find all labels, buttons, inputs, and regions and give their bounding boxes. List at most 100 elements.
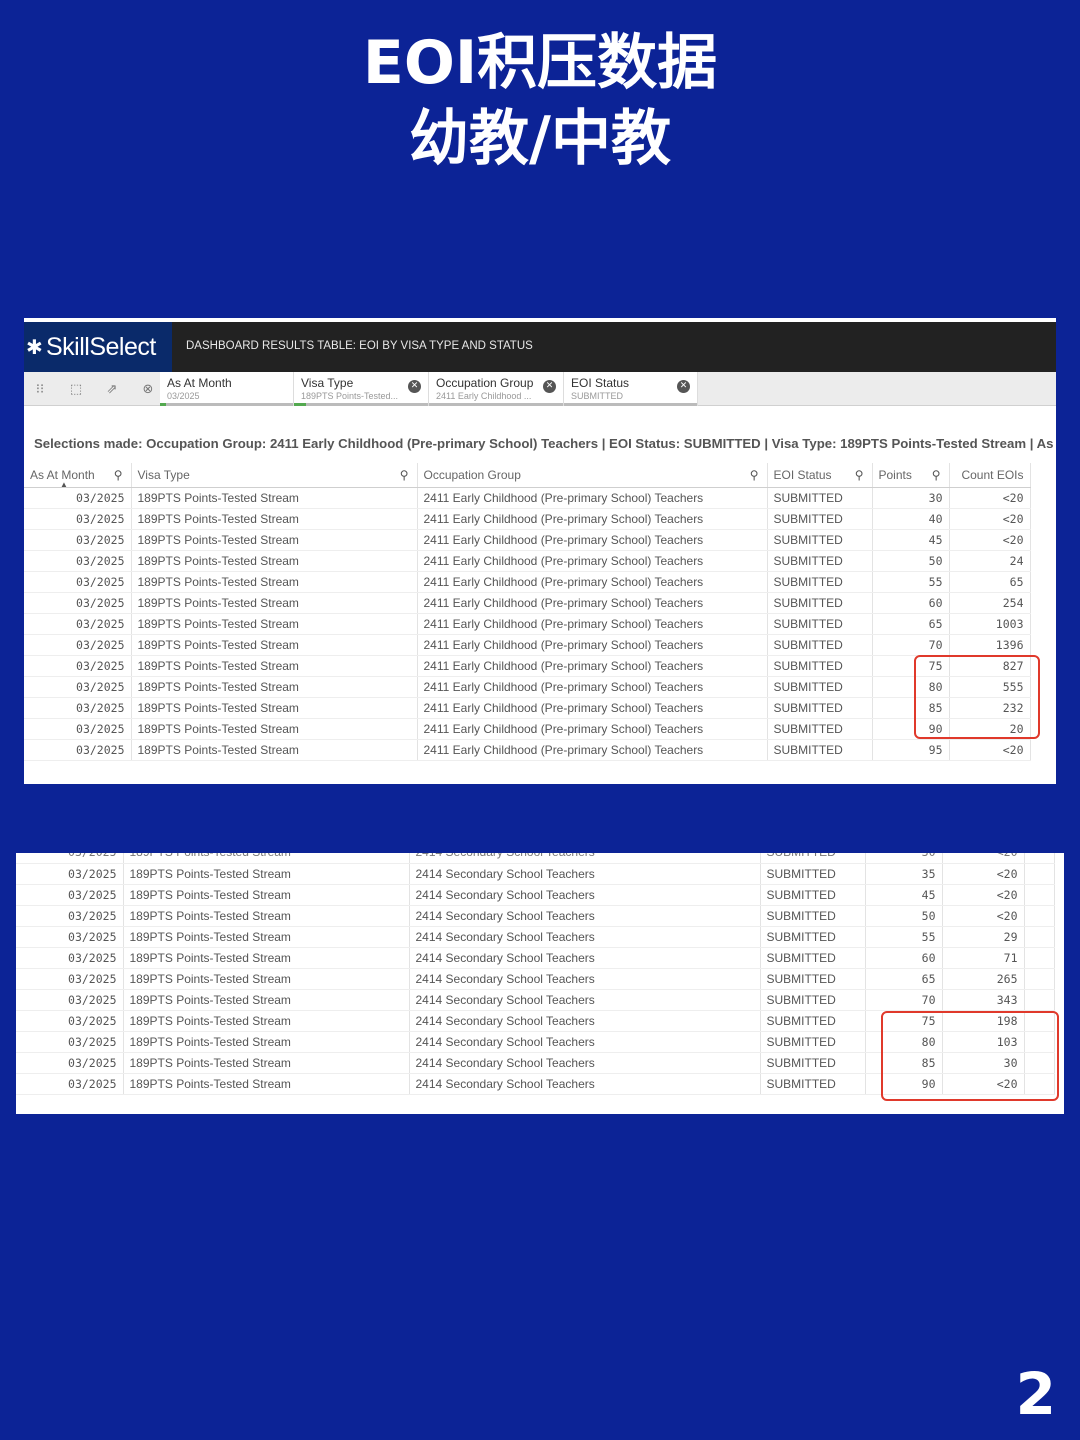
cell-month[interactable]: 03/2025 <box>24 550 132 572</box>
cell-occupation-group[interactable]: 2411 Early Childhood (Pre-primary School… <box>417 487 768 509</box>
cell-visa-type[interactable]: 189PTS Points-Tested Stream <box>123 905 410 927</box>
cell-occupation-group[interactable]: 2411 Early Childhood (Pre-primary School… <box>417 634 768 656</box>
column-header-eoi-status[interactable]: EOI Status ⚲ <box>767 463 873 488</box>
cell-eoi-status[interactable]: SUBMITTED <box>760 926 866 948</box>
cell-visa-type[interactable]: 189PTS Points-Tested Stream <box>131 634 418 656</box>
cell-occupation-group[interactable]: 2411 Early Childhood (Pre-primary School… <box>417 676 768 698</box>
cell-visa-type[interactable]: 189PTS Points-Tested Stream <box>131 487 418 509</box>
cell-visa-type[interactable]: 189PTS Points-Tested Stream <box>131 571 418 593</box>
cell-eoi-status[interactable]: SUBMITTED <box>760 989 866 1011</box>
cell-eoi-status[interactable]: SUBMITTED <box>760 1010 866 1032</box>
cell-occupation-group[interactable]: 2411 Early Childhood (Pre-primary School… <box>417 529 768 551</box>
cell-month[interactable]: 03/2025 <box>24 613 132 635</box>
cell-visa-type[interactable]: 189PTS Points-Tested Stream <box>123 926 410 948</box>
cell-eoi-status[interactable]: SUBMITTED <box>767 487 873 509</box>
cell-month[interactable]: 03/2025 <box>24 508 132 530</box>
cell-visa-type[interactable]: 189PTS Points-Tested Stream <box>123 863 410 885</box>
cell-month[interactable]: 03/2025 <box>24 529 132 551</box>
cell-points[interactable]: 30 <box>865 853 943 864</box>
cell-month[interactable]: 03/2025 <box>24 634 132 656</box>
cell-eoi-status[interactable]: SUBMITTED <box>760 863 866 885</box>
cell-eoi-status[interactable]: SUBMITTED <box>767 697 873 719</box>
cell-points[interactable]: 60 <box>865 947 943 969</box>
search-icon[interactable]: ⚲ <box>114 468 123 482</box>
cell-occupation-group[interactable]: 2411 Early Childhood (Pre-primary School… <box>417 592 768 614</box>
cell-occupation-group[interactable]: 2414 Secondary School Teachers <box>409 1052 761 1074</box>
cell-month[interactable]: 03/2025 <box>24 571 132 593</box>
cell-occupation-group[interactable]: 2411 Early Childhood (Pre-primary School… <box>417 571 768 593</box>
cell-month[interactable]: 03/2025 <box>24 697 132 719</box>
filter-chip-as-at-month[interactable]: As At Month 03/2025 <box>160 372 294 406</box>
cell-occupation-group[interactable]: 2414 Secondary School Teachers <box>409 1031 761 1053</box>
cell-month[interactable]: 03/2025 <box>16 1031 124 1053</box>
cell-points[interactable]: 70 <box>872 634 950 656</box>
cell-eoi-status[interactable]: SUBMITTED <box>767 529 873 551</box>
cell-eoi-status[interactable]: SUBMITTED <box>760 947 866 969</box>
cell-occupation-group[interactable]: 2411 Early Childhood (Pre-primary School… <box>417 718 768 740</box>
cell-points[interactable]: 45 <box>865 884 943 906</box>
cell-points[interactable]: 50 <box>872 550 950 572</box>
cell-visa-type[interactable]: 189PTS Points-Tested Stream <box>131 529 418 551</box>
cell-eoi-status[interactable]: SUBMITTED <box>767 739 873 761</box>
column-header-occupation-group[interactable]: Occupation Group ⚲ <box>417 463 768 488</box>
column-header-visa-type[interactable]: Visa Type ⚲ <box>131 463 418 488</box>
cell-points[interactable]: 40 <box>872 508 950 530</box>
cell-occupation-group[interactable]: 2414 Secondary School Teachers <box>409 1073 761 1095</box>
cell-occupation-group[interactable]: 2411 Early Childhood (Pre-primary School… <box>417 739 768 761</box>
cell-visa-type[interactable]: 189PTS Points-Tested Stream <box>123 1031 410 1053</box>
cell-occupation-group[interactable]: 2411 Early Childhood (Pre-primary School… <box>417 508 768 530</box>
cell-eoi-status[interactable]: SUBMITTED <box>760 1052 866 1074</box>
cell-occupation-group[interactable]: 2414 Secondary School Teachers <box>409 989 761 1011</box>
cell-eoi-status[interactable]: SUBMITTED <box>767 592 873 614</box>
cell-eoi-status[interactable]: SUBMITTED <box>767 571 873 593</box>
filter-chip-visa-type[interactable]: Visa Type 189PTS Points-Tested... ✕ <box>294 372 429 406</box>
cell-occupation-group[interactable]: 2414 Secondary School Teachers <box>409 905 761 927</box>
cell-month[interactable]: 03/2025 <box>24 676 132 698</box>
cell-visa-type[interactable]: 189PTS Points-Tested Stream <box>123 1010 410 1032</box>
cell-eoi-status[interactable]: SUBMITTED <box>760 1073 866 1095</box>
cell-points[interactable]: 35 <box>865 863 943 885</box>
cell-visa-type[interactable]: 189PTS Points-Tested Stream <box>123 947 410 969</box>
cell-month[interactable]: 03/2025 <box>24 592 132 614</box>
cell-points[interactable]: 50 <box>865 905 943 927</box>
cell-occupation-group[interactable]: 2414 Secondary School Teachers <box>409 926 761 948</box>
cell-eoi-status[interactable]: SUBMITTED <box>760 853 866 864</box>
cell-points[interactable]: 95 <box>872 739 950 761</box>
cell-occupation-group[interactable]: 2414 Secondary School Teachers <box>409 947 761 969</box>
cell-points[interactable]: 55 <box>865 926 943 948</box>
cell-visa-type[interactable]: 189PTS Points-Tested Stream <box>131 655 418 677</box>
cell-points[interactable]: 60 <box>872 592 950 614</box>
app-logo[interactable]: ✱ SkillSelect <box>24 322 172 372</box>
cell-month[interactable]: 03/2025 <box>16 989 124 1011</box>
cell-visa-type[interactable]: 189PTS Points-Tested Stream <box>123 968 410 990</box>
column-header-as-at-month[interactable]: As At Month ⚲ ▲ <box>24 463 132 489</box>
search-icon[interactable]: ⚲ <box>750 468 759 482</box>
cell-eoi-status[interactable]: SUBMITTED <box>760 968 866 990</box>
column-header-count-eois[interactable]: Count EOIs <box>949 463 1031 488</box>
smart-search-icon[interactable]: ⁝⁝ <box>28 378 52 400</box>
cell-visa-type[interactable]: 189PTS Points-Tested Stream <box>123 1052 410 1074</box>
cell-points[interactable]: 55 <box>872 571 950 593</box>
cell-eoi-status[interactable]: SUBMITTED <box>760 884 866 906</box>
cell-occupation-group[interactable]: 2411 Early Childhood (Pre-primary School… <box>417 613 768 635</box>
cell-occupation-group[interactable]: 2414 Secondary School Teachers <box>409 968 761 990</box>
cell-occupation-group[interactable]: 2414 Secondary School Teachers <box>409 884 761 906</box>
cell-month[interactable]: 03/2025 <box>16 863 124 885</box>
cell-occupation-group[interactable]: 2414 Secondary School Teachers <box>409 1010 761 1032</box>
cell-eoi-status[interactable]: SUBMITTED <box>760 1031 866 1053</box>
cell-visa-type[interactable]: 189PTS Points-Tested Stream <box>131 676 418 698</box>
cell-points[interactable]: 70 <box>865 989 943 1011</box>
cell-occupation-group[interactable]: 2411 Early Childhood (Pre-primary School… <box>417 697 768 719</box>
cell-eoi-status[interactable]: SUBMITTED <box>767 676 873 698</box>
cell-visa-type[interactable]: 189PTS Points-Tested Stream <box>131 550 418 572</box>
cell-occupation-group[interactable]: 2414 Secondary School Teachers <box>409 853 761 864</box>
lasso-select-icon[interactable]: ⬚ <box>64 378 88 400</box>
cell-month[interactable]: 03/2025 <box>24 718 132 740</box>
cell-eoi-status[interactable]: SUBMITTED <box>767 550 873 572</box>
close-icon[interactable]: ✕ <box>677 380 690 393</box>
cell-month[interactable]: 03/2025 <box>16 905 124 927</box>
cell-month[interactable]: 03/2025 <box>24 655 132 677</box>
search-icon[interactable]: ⚲ <box>400 468 409 482</box>
cell-eoi-status[interactable]: SUBMITTED <box>760 905 866 927</box>
cell-visa-type[interactable]: 189PTS Points-Tested Stream <box>123 1073 410 1095</box>
